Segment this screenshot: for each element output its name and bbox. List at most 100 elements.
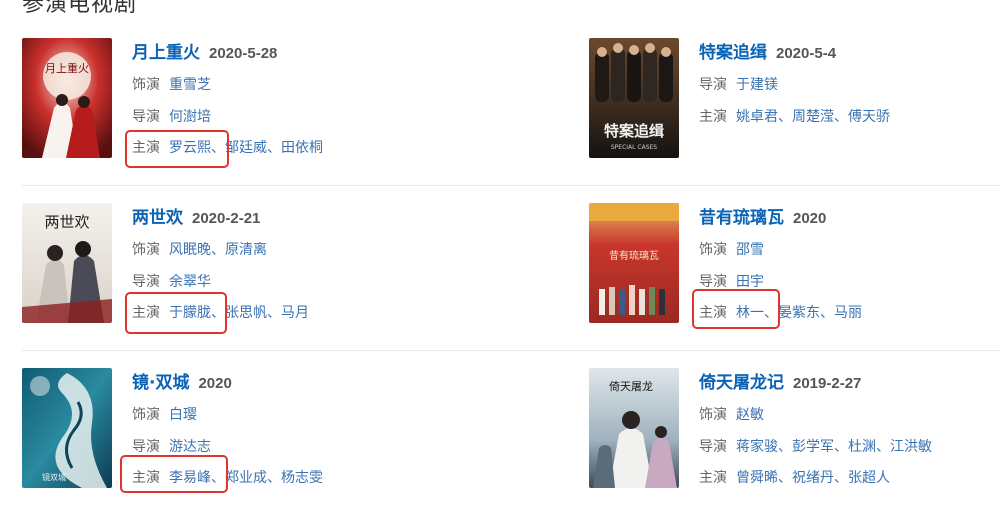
cast-name-link[interactable]: 晏紫东: [778, 305, 820, 321]
name-separator: 、: [876, 439, 890, 455]
poster-image: 特案追缉 SPECIAL CASES: [589, 38, 679, 158]
cast-name-link[interactable]: 姚卓君: [736, 109, 778, 125]
role-field: 饰演 白璎: [132, 403, 197, 427]
cast-label: 主演: [132, 470, 160, 486]
director-field: 导演 何澍培: [132, 105, 211, 129]
director-label: 导演: [699, 274, 727, 290]
director-name-link[interactable]: 江洪敏: [890, 439, 932, 455]
show-card: 昔有琉璃瓦 昔有琉璃瓦 2020 饰演 邵雪 导演 田宇 主演 林一、晏紫东、马丽: [589, 203, 999, 329]
role-name-link[interactable]: 风眠晚: [169, 242, 211, 258]
cast-name-link[interactable]: 马月: [281, 305, 309, 321]
cast-name-link[interactable]: 田依桐: [281, 140, 323, 156]
director-name-link[interactable]: 余翠华: [169, 274, 211, 290]
poster-image: 倚天屠龙: [589, 368, 679, 488]
cast-name-link[interactable]: 林一: [736, 305, 764, 321]
name-separator: 、: [778, 470, 792, 486]
poster-title-text: 月上重火: [45, 61, 89, 75]
cast-name-link[interactable]: 周楚滢: [792, 109, 834, 125]
cast-name-link[interactable]: 傅天骄: [848, 109, 890, 125]
director-name-link[interactable]: 杜渊: [848, 439, 876, 455]
director-list: 余翠华: [169, 274, 211, 290]
cast-name-link[interactable]: 曾舜晞: [736, 470, 778, 486]
director-list: 于建镁: [736, 77, 778, 93]
director-name-link[interactable]: 游达志: [169, 439, 211, 455]
cast-list: 李易峰、郑业成、杨志雯: [169, 470, 323, 486]
cast-name-link[interactable]: 祝绪丹: [792, 470, 834, 486]
cast-name-link[interactable]: 马丽: [834, 305, 862, 321]
show-poster[interactable]: 镜双城: [22, 368, 112, 488]
director-field: 导演 游达志: [132, 435, 211, 459]
show-card: 两世欢 两世欢 2020-2-21 饰演 风眠晚、原清离 导演 余翠华 主演 于朦胧、…: [22, 203, 462, 334]
show-card: 特案追缉 SPECIAL CASES 特案追缉 2020-5-4 导演 于建镁 主…: [589, 38, 999, 160]
show-title-link[interactable]: 月上重火: [132, 38, 200, 63]
poster-title-text: 昔有琉璃瓦: [609, 249, 659, 262]
cast-list: 曾舜晞、祝绪丹、张超人: [736, 470, 890, 486]
role-name-link[interactable]: 赵敏: [736, 407, 764, 423]
name-separator: 、: [211, 470, 225, 486]
show-poster[interactable]: 昔有琉璃瓦: [589, 203, 679, 323]
director-list: 田宇: [736, 274, 764, 290]
cast-name-link[interactable]: 杨志雯: [281, 470, 323, 486]
poster-title-text: 镜双城: [42, 472, 66, 482]
cast-name-link[interactable]: 罗云熙: [169, 140, 211, 156]
director-name-link[interactable]: 田宇: [736, 274, 764, 290]
director-label: 导演: [132, 439, 160, 455]
role-label: 饰演: [132, 407, 160, 423]
role-list: 重雪芝: [169, 77, 211, 93]
cast-field: 主演 林一、晏紫东、马丽: [699, 301, 862, 325]
poster-image: 月上重火: [22, 38, 112, 158]
name-separator: 、: [764, 305, 778, 321]
cast-name-link[interactable]: 张思帆: [225, 305, 267, 321]
role-label: 饰演: [132, 242, 160, 258]
role-list: 白璎: [169, 407, 197, 423]
cast-name-link[interactable]: 邹廷威: [225, 140, 267, 156]
show-title-link[interactable]: 特案追缉: [699, 38, 767, 63]
role-field: 饰演 重雪芝: [132, 73, 211, 97]
row-divider: [22, 185, 1000, 186]
section-title: 参演电视剧: [22, 0, 138, 17]
director-name-link[interactable]: 蒋家骏: [736, 439, 778, 455]
name-separator: 、: [211, 140, 225, 156]
show-card: 月上重火 月上重火 2020-5-28 饰演 重雪芝 导演 何澍培 主演 罗云熙、邹廷…: [22, 38, 462, 168]
show-title-link[interactable]: 两世欢: [132, 203, 183, 228]
cast-field: 主演 李易峰、郑业成、杨志雯: [132, 466, 323, 490]
cast-field: 主演 罗云熙、邹廷威、田依桐: [132, 136, 323, 160]
show-poster[interactable]: 倚天屠龙: [589, 368, 679, 488]
show-title-link[interactable]: 镜·双城: [132, 368, 189, 393]
director-field: 导演 田宇: [699, 270, 764, 294]
director-field: 导演 余翠华: [132, 270, 211, 294]
role-name-link[interactable]: 重雪芝: [169, 77, 211, 93]
cast-list: 姚卓君、周楚滢、傅天骄: [736, 109, 890, 125]
director-label: 导演: [699, 77, 727, 93]
cast-name-link[interactable]: 于朦胧: [169, 305, 211, 321]
poster-image: 两世欢: [22, 203, 112, 323]
cast-label: 主演: [699, 470, 727, 486]
poster-image: 昔有琉璃瓦: [589, 203, 679, 323]
poster-subtitle-text: SPECIAL CASES: [611, 144, 657, 151]
show-title-link[interactable]: 昔有琉璃瓦: [699, 203, 784, 228]
role-list: 风眠晚、原清离: [169, 242, 267, 258]
director-name-link[interactable]: 何澍培: [169, 109, 211, 125]
show-card: 镜双城 镜·双城 2020 饰演 白璎 导演 游达志 主演 李易峰、郑业成、杨志雯: [22, 368, 462, 493]
show-title-link[interactable]: 倚天屠龙记: [699, 368, 784, 393]
cast-label: 主演: [699, 109, 727, 125]
name-separator: 、: [211, 242, 225, 258]
role-name-link[interactable]: 邵雪: [736, 242, 764, 258]
cast-label: 主演: [132, 140, 160, 156]
role-name-link[interactable]: 原清离: [225, 242, 267, 258]
director-name-link[interactable]: 彭学军: [792, 439, 834, 455]
show-poster[interactable]: 两世欢: [22, 203, 112, 323]
role-list: 邵雪: [736, 242, 764, 258]
show-poster[interactable]: 月上重火: [22, 38, 112, 158]
role-name-link[interactable]: 白璎: [169, 407, 197, 423]
show-date: 2020-2-21: [192, 210, 261, 227]
cast-field: 主演 曾舜晞、祝绪丹、张超人: [699, 466, 890, 490]
show-card: 倚天屠龙 倚天屠龙记 2019-2-27 饰演 赵敏 导演 蒋家骏、彭学军、杜渊、江…: [589, 368, 999, 490]
director-name-link[interactable]: 于建镁: [736, 77, 778, 93]
cast-name-link[interactable]: 李易峰: [169, 470, 211, 486]
cast-name-link[interactable]: 张超人: [848, 470, 890, 486]
show-poster[interactable]: 特案追缉 SPECIAL CASES: [589, 38, 679, 158]
name-separator: 、: [211, 305, 225, 321]
director-list: 游达志: [169, 439, 211, 455]
cast-name-link[interactable]: 郑业成: [225, 470, 267, 486]
